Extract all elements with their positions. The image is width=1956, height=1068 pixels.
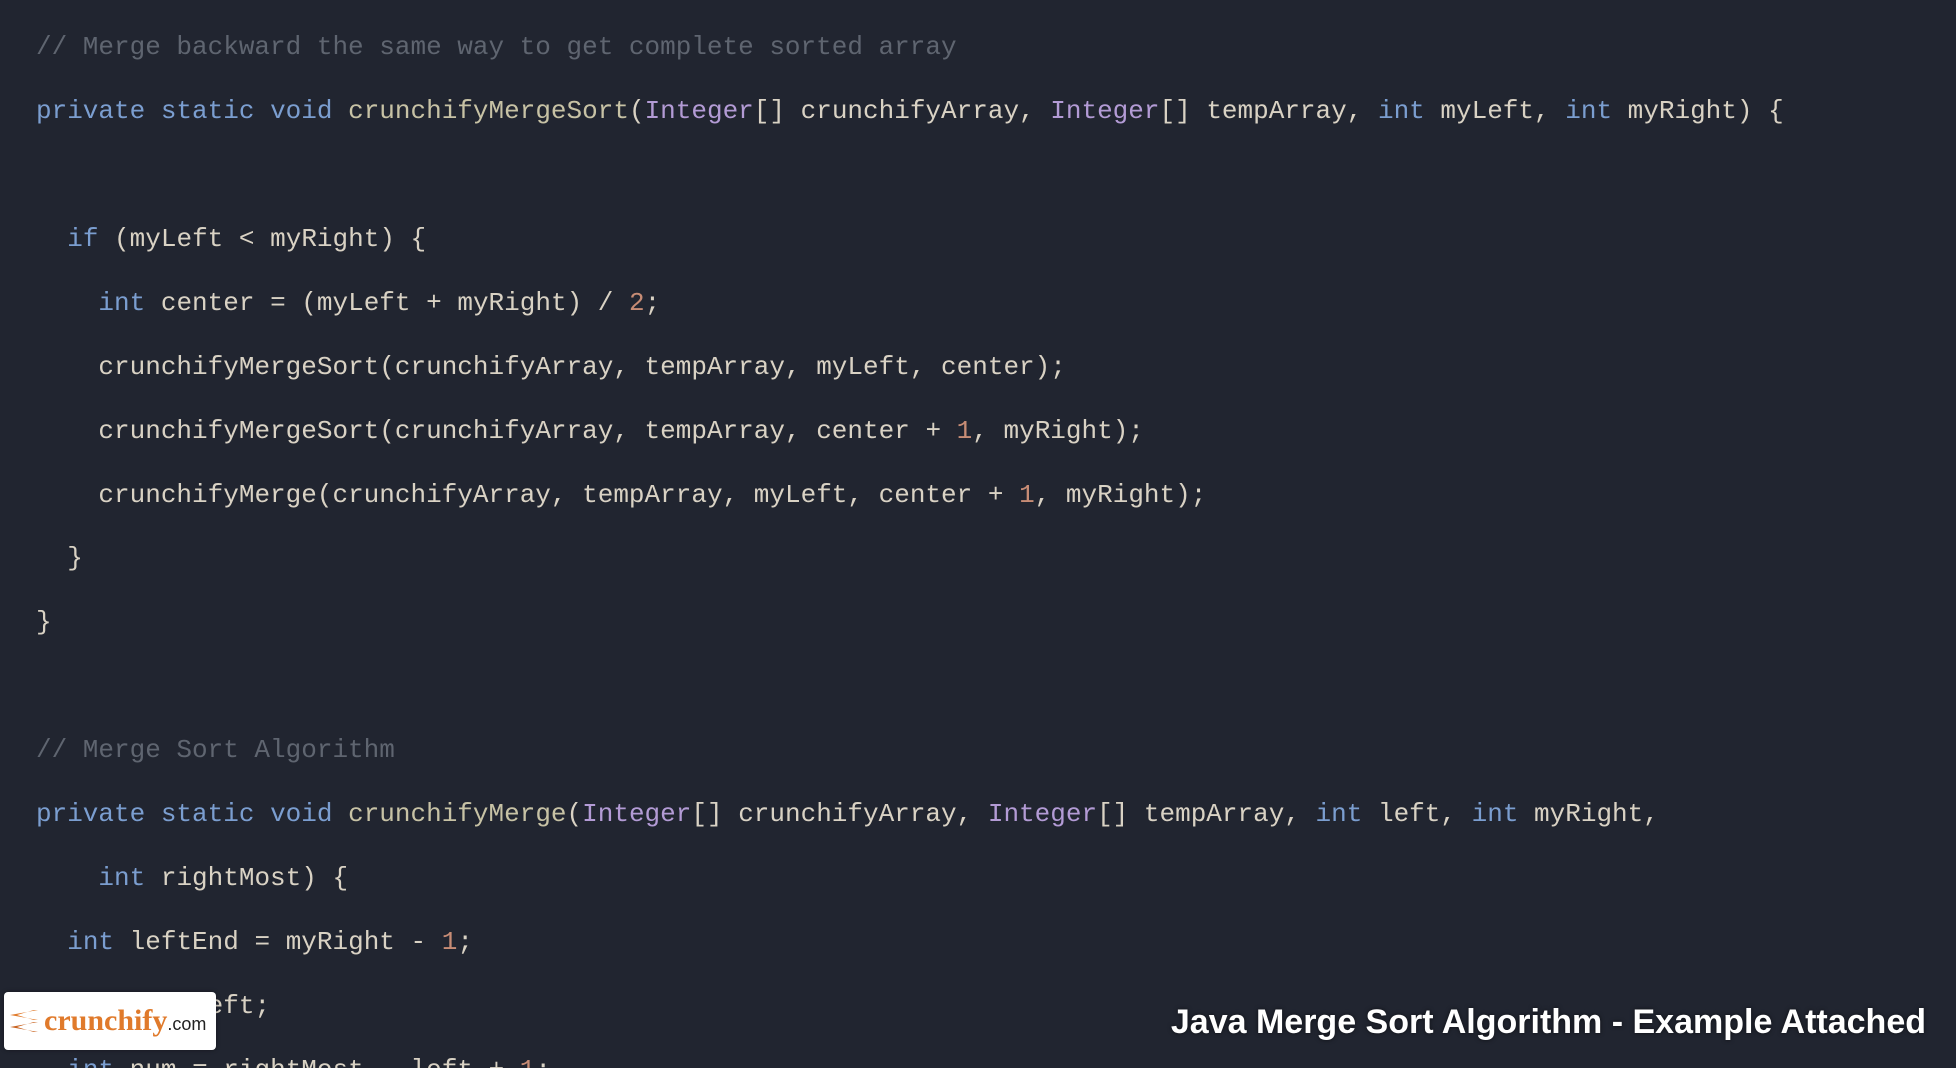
- code-line: // Merge Sort Algorithm: [36, 735, 1956, 767]
- code-line: }: [36, 607, 1956, 639]
- keyword: int: [1565, 96, 1612, 126]
- logo-text: crunchify.com: [44, 1006, 206, 1036]
- function-call: crunchifyMergeSort: [98, 352, 379, 382]
- keyword: private: [36, 96, 145, 126]
- identifier: tempArray: [645, 352, 785, 382]
- type: Integer: [645, 96, 754, 126]
- identifier: crunchifyArray: [738, 799, 956, 829]
- image-caption: Java Merge Sort Algorithm - Example Atta…: [1171, 1002, 1926, 1044]
- number: 2: [629, 288, 645, 318]
- crunchify-logo: crunchify.com: [4, 992, 216, 1050]
- identifier: center: [161, 288, 255, 318]
- logo-brand: crunchify: [44, 1004, 167, 1037]
- keyword: if: [67, 224, 98, 254]
- keyword: static: [161, 799, 255, 829]
- code-line: [36, 671, 1956, 703]
- identifier: crunchifyArray: [801, 96, 1019, 126]
- identifier: left: [1378, 799, 1440, 829]
- identifier: tempArray: [582, 480, 722, 510]
- type: Integer: [1050, 96, 1159, 126]
- code-line: crunchifyMergeSort(crunchifyArray, tempA…: [36, 352, 1956, 384]
- logo-chevron-icon: [10, 1010, 38, 1032]
- keyword: void: [270, 799, 332, 829]
- identifier: myRight: [270, 224, 379, 254]
- identifier: myLeft: [317, 288, 411, 318]
- identifier: num: [130, 1055, 177, 1068]
- identifier: tempArray: [1206, 96, 1346, 126]
- identifier: rightMost: [223, 1055, 363, 1068]
- identifier: myRight: [286, 927, 395, 957]
- identifier: myLeft: [130, 224, 224, 254]
- identifier: crunchifyArray: [332, 480, 550, 510]
- code-editor: // Merge backward the same way to get co…: [0, 0, 1956, 1068]
- type: Integer: [988, 799, 1097, 829]
- identifier: crunchifyArray: [395, 352, 613, 382]
- function-call: crunchifyMergeSort: [98, 416, 379, 446]
- identifier: center: [941, 352, 1035, 382]
- code-line: int center = (myLeft + myRight) / 2;: [36, 288, 1956, 320]
- identifier: center: [816, 416, 910, 446]
- keyword: static: [161, 96, 255, 126]
- identifier: myLeft: [754, 480, 848, 510]
- keyword: int: [67, 927, 114, 957]
- keyword: int: [1316, 799, 1363, 829]
- identifier: left: [411, 1055, 473, 1068]
- function-name: crunchifyMerge: [348, 799, 566, 829]
- identifier: tempArray: [645, 416, 785, 446]
- code-line: [36, 160, 1956, 192]
- function-call: crunchifyMerge: [98, 480, 316, 510]
- identifier: myLeft: [1440, 96, 1534, 126]
- keyword: int: [1472, 799, 1519, 829]
- identifier: leftEnd: [130, 927, 239, 957]
- number: 1: [520, 1055, 536, 1068]
- identifier: crunchifyArray: [395, 416, 613, 446]
- keyword: int: [1378, 96, 1425, 126]
- code-line: crunchifyMergeSort(crunchifyArray, tempA…: [36, 416, 1956, 448]
- number: 1: [442, 927, 458, 957]
- keyword: int: [98, 863, 145, 893]
- identifier: myRight: [457, 288, 566, 318]
- comment: // Merge Sort Algorithm: [36, 735, 395, 765]
- identifier: myRight: [1066, 480, 1175, 510]
- identifier: myLeft: [816, 352, 910, 382]
- identifier: myRight: [1628, 96, 1737, 126]
- code-line: private static void crunchifyMerge(Integ…: [36, 799, 1956, 831]
- number: 1: [1019, 480, 1035, 510]
- code-line: }: [36, 543, 1956, 575]
- identifier: center: [879, 480, 973, 510]
- identifier: myRight: [1534, 799, 1643, 829]
- keyword: private: [36, 799, 145, 829]
- code-line: private static void crunchifyMergeSort(I…: [36, 96, 1956, 128]
- code-line: if (myLeft < myRight) {: [36, 224, 1956, 256]
- comment: // Merge backward the same way to get co…: [36, 32, 957, 62]
- code-line: int rightMost) {: [36, 863, 1956, 895]
- code-line: int num = rightMost - left + 1;: [36, 1055, 1956, 1068]
- keyword: void: [270, 96, 332, 126]
- code-line: crunchifyMerge(crunchifyArray, tempArray…: [36, 480, 1956, 512]
- number: 1: [957, 416, 973, 446]
- identifier: tempArray: [1144, 799, 1284, 829]
- identifier: rightMost: [161, 863, 301, 893]
- function-name: crunchifyMergeSort: [348, 96, 629, 126]
- type: Integer: [582, 799, 691, 829]
- logo-suffix: .com: [167, 1014, 206, 1034]
- keyword: int: [67, 1055, 114, 1068]
- identifier: myRight: [1003, 416, 1112, 446]
- code-line: int leftEnd = myRight - 1;: [36, 927, 1956, 959]
- code-line: // Merge backward the same way to get co…: [36, 32, 1956, 64]
- keyword: int: [98, 288, 145, 318]
